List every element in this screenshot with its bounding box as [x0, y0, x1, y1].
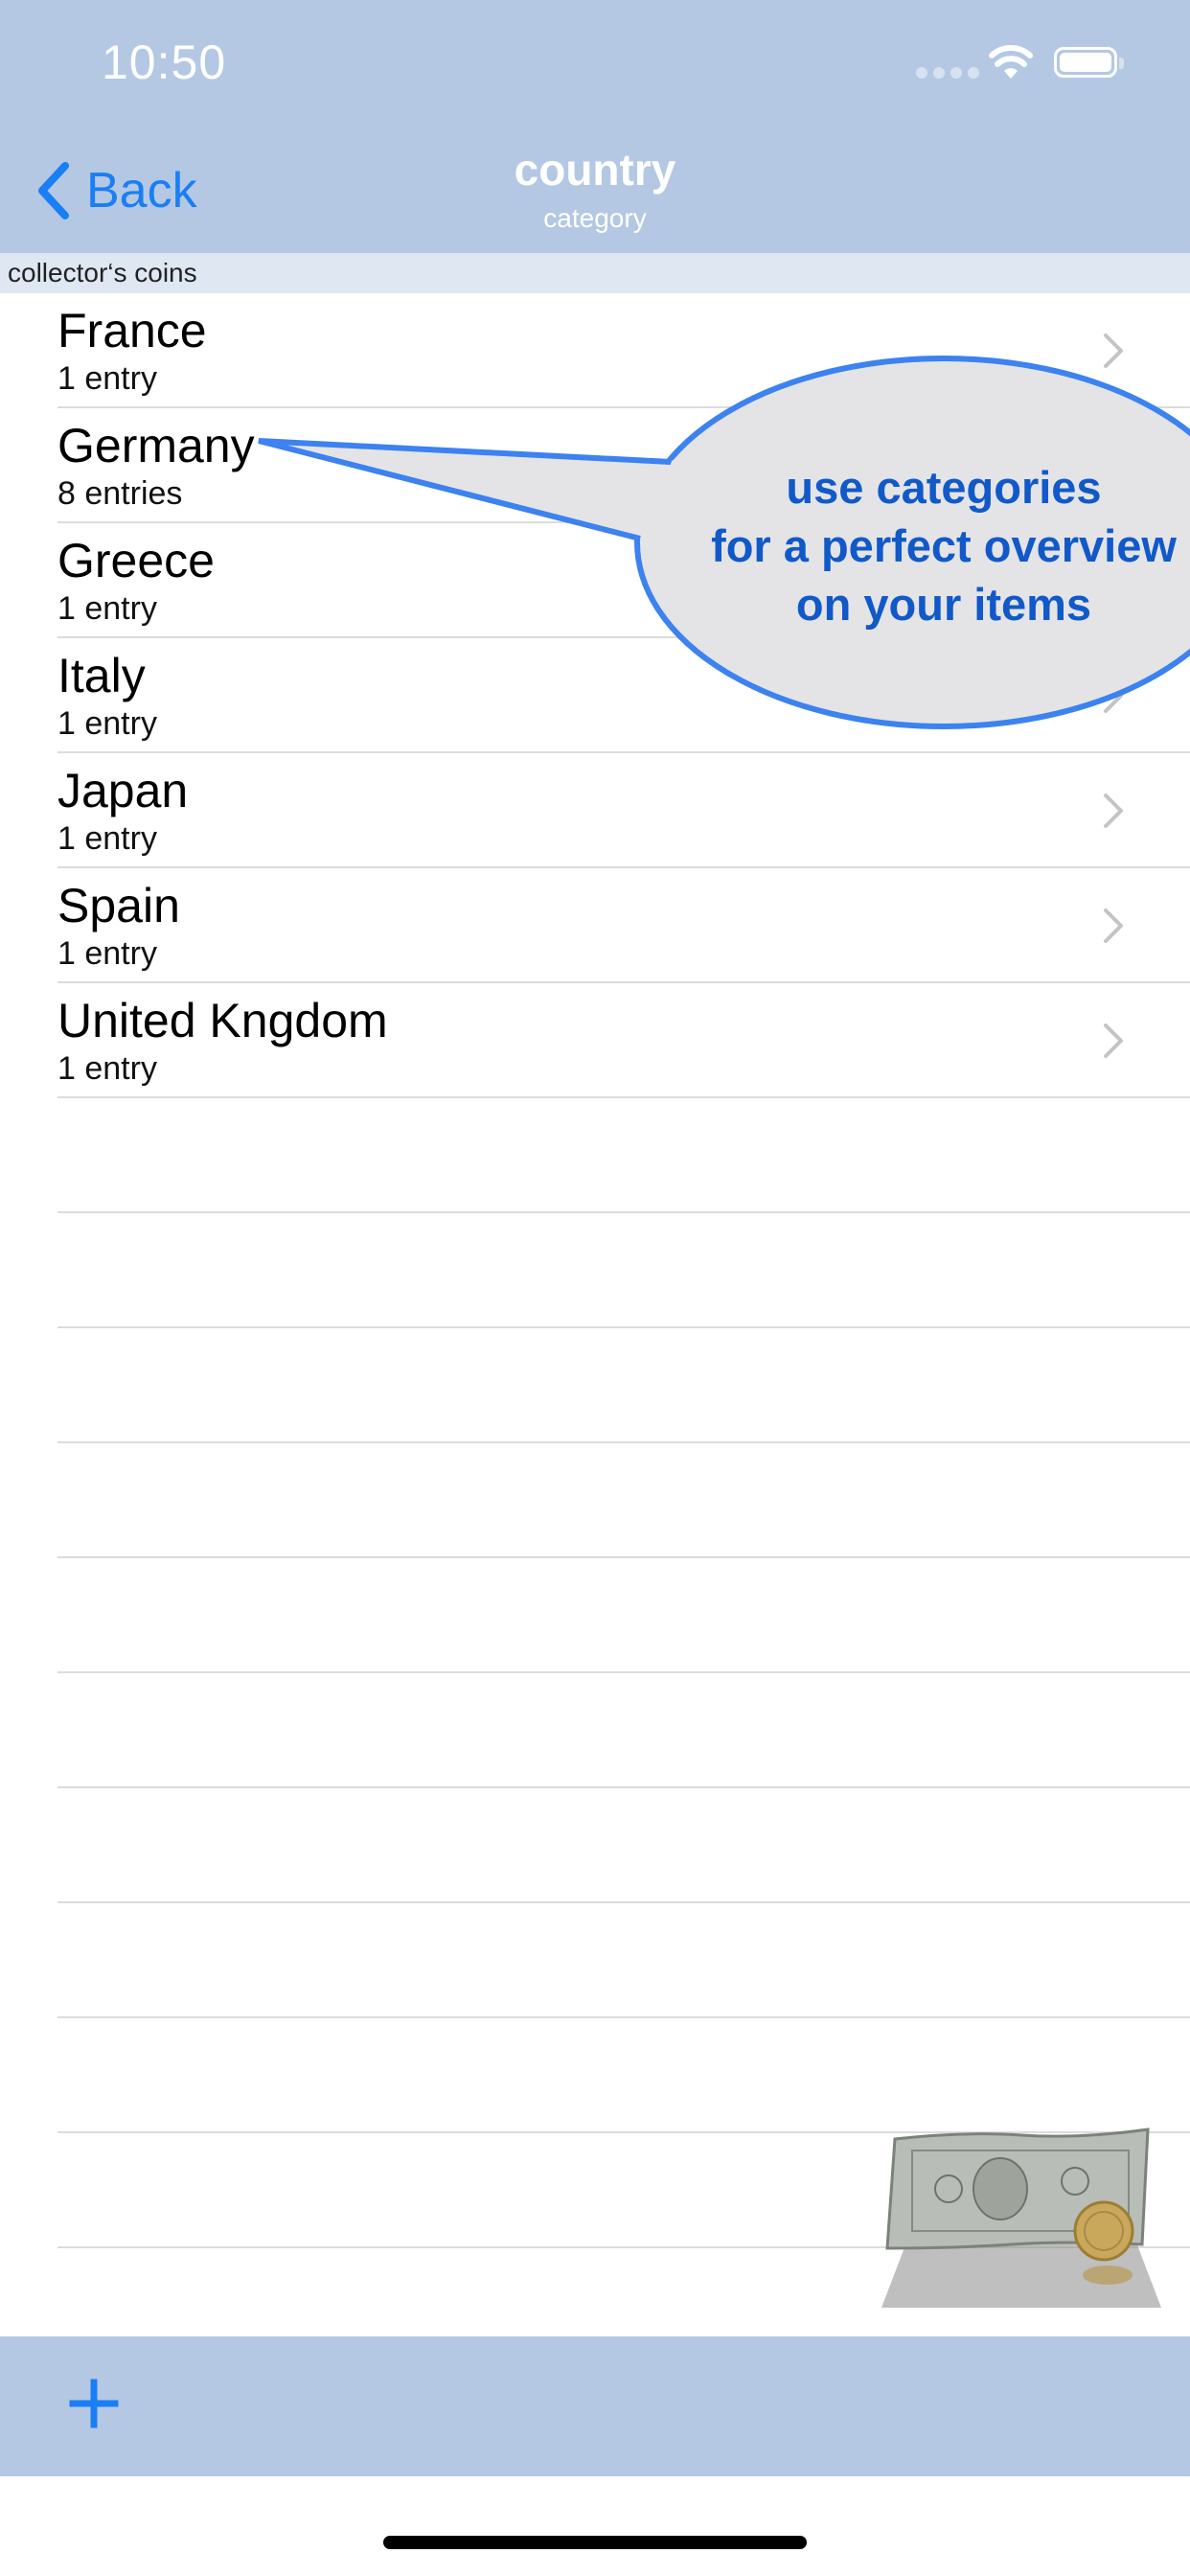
list-item-title: Spain [57, 879, 180, 932]
signal-dots-icon [916, 67, 979, 80]
section-header: collector‘s coins [0, 253, 1190, 293]
chevron-right-icon [1104, 908, 1123, 943]
page-title: country [514, 145, 676, 195]
plus-icon[interactable] [67, 2377, 121, 2430]
empty-row [0, 1213, 1190, 1328]
empty-row [0, 1443, 1190, 1558]
list-item-italy[interactable]: Italy 1 entry [0, 638, 1190, 753]
callout-line-2: for a perfect overview [711, 520, 1177, 571]
callout-text: use categories for a perfect overview on… [671, 458, 1190, 633]
battery-icon [1054, 47, 1124, 78]
list-item-title: France [57, 304, 207, 357]
wifi-icon [989, 45, 1033, 79]
chevron-right-icon [1104, 794, 1123, 828]
list-item-subtitle: 8 entries [57, 475, 183, 512]
list-item-title: Italy [57, 649, 146, 702]
callout-line-1: use categories [786, 462, 1102, 513]
empty-row [0, 1673, 1190, 1788]
chevron-right-icon [1104, 1024, 1123, 1058]
empty-row [0, 2018, 1190, 2133]
status-time: 10:50 [102, 35, 227, 89]
empty-row [0, 1788, 1190, 1903]
list-item-title: Japan [57, 764, 189, 817]
list-item-subtitle: 1 entry [57, 820, 157, 857]
list-item-subtitle: 1 entry [57, 590, 157, 627]
list-item-subtitle: 1 entry [57, 705, 157, 742]
list-item-title: Germany [57, 419, 255, 472]
list-item-japan[interactable]: Japan 1 entry [0, 753, 1190, 868]
home-indicator [383, 2536, 807, 2549]
empty-row [0, 1098, 1190, 1213]
list-item-subtitle: 1 entry [57, 1050, 157, 1087]
callout-line-3: on your items [795, 579, 1092, 630]
status-bar: 10:50 [0, 0, 1190, 125]
list-item-spain[interactable]: Spain 1 entry [0, 868, 1190, 983]
empty-row [0, 1558, 1190, 1673]
list-item-subtitle: 1 entry [57, 360, 157, 397]
bottom-toolbar [0, 2336, 1190, 2476]
empty-row [0, 1328, 1190, 1443]
navigation-bar: Back country category [0, 125, 1190, 253]
chevron-right-icon [1104, 334, 1123, 368]
list-item-france[interactable]: France 1 entry [0, 293, 1190, 408]
chevron-right-icon [1104, 678, 1123, 713]
money-illustration-icon [881, 2128, 1161, 2308]
list-item-subtitle: 1 entry [57, 935, 157, 972]
page-subtitle: category [543, 203, 647, 233]
empty-row [0, 1903, 1190, 2018]
list-item-title: United Kngdom [57, 994, 388, 1047]
list-item-title: Greece [57, 534, 215, 587]
list-item-united-kingdom[interactable]: United Kngdom 1 entry [0, 983, 1190, 1098]
